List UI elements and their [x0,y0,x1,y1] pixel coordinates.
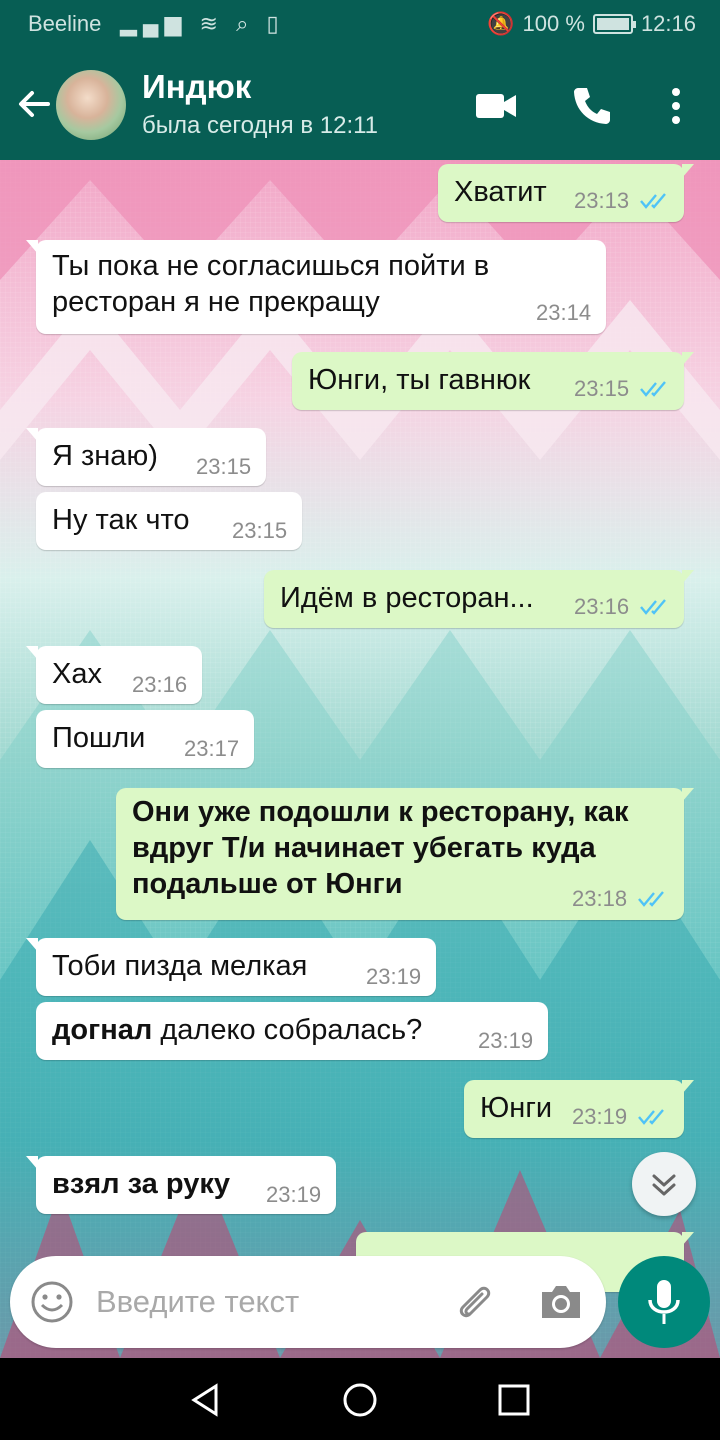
chat-header: Индюк была сегодня в 12:11 [0,48,720,160]
read-ticks-icon [638,1109,664,1125]
message-time: 23:19 [572,1104,628,1129]
clock: 12:16 [640,11,696,36]
double-chevron-down-icon [652,1174,676,1196]
more-vert-icon[interactable] [654,84,698,128]
message-time: 23:15 [232,518,288,543]
message-time: 23:13 [574,188,630,213]
back-arrow-icon[interactable] [14,84,54,124]
message-bubble-incoming[interactable]: Пошли 23:17 [36,710,254,768]
message-time: 23:14 [536,300,592,325]
battery-icon [592,14,636,34]
message-text-rest: далеко собралась? [160,1014,423,1046]
message-time: 23:16 [132,672,188,697]
message-bubble-incoming[interactable]: взял за руку 23:19 [26,1156,336,1214]
last-seen-status: была сегодня в 12:11 [142,112,379,139]
message-bubble-outgoing[interactable]: Они уже подошли к ресторану, как вдруг Т… [116,788,694,920]
message-bubble-incoming[interactable]: Хах 23:16 [26,646,202,704]
message-time: 23:18 [572,886,628,911]
chat-area[interactable]: Хватит 23:13 Ты пока не согласишься пойт… [0,160,720,1358]
message-bubble-incoming[interactable]: Ты пока не согласишься пойти в ресторан … [26,240,606,334]
phone-icon[interactable] [570,84,614,128]
message-text: Я знаю) [52,440,158,472]
message-text: Хах [52,658,102,690]
read-ticks-icon [640,193,666,209]
contact-name[interactable]: Индюк [142,68,251,106]
message-text: Идём в ресторан... [280,582,534,614]
message-text: Юнги [480,1092,553,1124]
message-text: взял за руку [52,1168,230,1200]
carrier-name: Beeline [28,11,102,36]
video-call-icon[interactable] [474,84,518,128]
attach-icon[interactable] [452,1280,496,1324]
message-bubble-incoming[interactable]: Я знаю) 23:15 [26,428,266,486]
message-bubble-outgoing[interactable]: Идём в ресторан... 23:16 [264,570,694,628]
message-input[interactable]: Введите текст [96,1284,299,1320]
recents-nav-icon[interactable] [496,1382,532,1418]
read-ticks-icon [640,599,666,615]
mic-button[interactable] [618,1256,710,1348]
message-time: 23:15 [196,454,252,479]
message-time: 23:15 [574,376,630,401]
emoji-icon[interactable] [30,1280,74,1324]
message-text: Хватит [454,176,547,208]
message-text: Пошли [52,722,146,754]
message-bubble-outgoing[interactable]: Хватит 23:13 [438,164,694,222]
back-nav-icon[interactable] [188,1382,224,1418]
message-input-bar: Введите текст [10,1256,606,1348]
read-ticks-icon [640,381,666,397]
message-text: Ты пока не согласишься пойти в ресторан … [52,250,490,318]
home-nav-icon[interactable] [342,1382,378,1418]
message-text: догнал далеко собралась? [52,1012,422,1048]
message-time: 23:17 [184,736,240,761]
message-bubble-incoming[interactable]: догнал далеко собралась? 23:19 [36,1002,548,1060]
read-ticks-icon [638,891,664,907]
system-navigation-bar [0,1358,720,1440]
signal-wifi-search-icons: ▂▄▆ ≋ ⌕ ▯ [120,11,285,36]
message-time: 23:19 [366,964,422,989]
message-text: Тоби пизда мелкая [52,950,308,982]
camera-icon[interactable] [538,1280,584,1324]
avatar[interactable] [56,70,126,140]
battery-percent: 100 % [522,11,585,36]
status-bar: Beeline ▂▄▆ ≋ ⌕ ▯ 🔕 100 % 12:16 [0,0,720,48]
message-bubble-outgoing[interactable]: Юнги 23:19 [464,1080,694,1138]
message-text: Ну так что [52,504,190,536]
message-bubble-outgoing[interactable]: Юнги, ты гавнюк 23:15 [292,352,694,410]
mic-icon [648,1280,680,1324]
message-text: Юнги, ты гавнюк [308,364,531,396]
message-bubble-incoming[interactable]: Тоби пизда мелкая 23:19 [26,938,436,996]
scroll-to-bottom-button[interactable] [632,1152,696,1216]
message-time: 23:19 [266,1182,322,1207]
message-bubble-incoming[interactable]: Ну так что 23:15 [36,492,302,550]
message-time: 23:19 [478,1028,534,1053]
message-bold-prefix: догнал [52,1014,153,1046]
message-time: 23:16 [574,594,630,619]
mute-icon: 🔕 [487,11,515,36]
